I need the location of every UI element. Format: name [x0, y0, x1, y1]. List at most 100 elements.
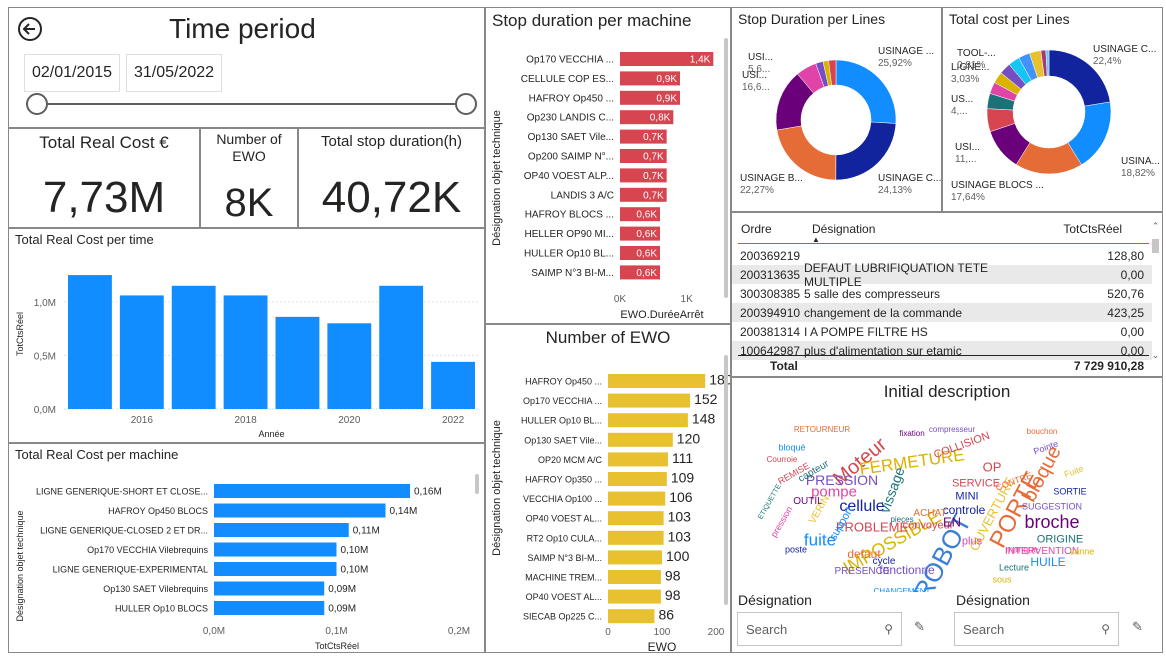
- end-date-input[interactable]: 31/05/2022: [126, 54, 222, 92]
- slicer-1-eraser-icon[interactable]: ✎: [914, 619, 925, 635]
- wordcloud-word[interactable]: pression: [769, 505, 795, 539]
- data-label: 0,7K: [643, 171, 664, 182]
- wordcloud-word[interactable]: Fuite: [1063, 463, 1085, 479]
- slice-label: TOOL-...: [957, 48, 996, 59]
- wordcloud-word[interactable]: manque: [1006, 545, 1039, 555]
- x-axis-label: TotCtsRéel: [315, 641, 359, 651]
- data-label: 98: [665, 587, 681, 603]
- wordcloud-word[interactable]: PRESENCE: [834, 567, 889, 577]
- scroll-down-icon[interactable]: ⌄: [1151, 350, 1160, 361]
- bar: [608, 393, 691, 408]
- wordcloud-word[interactable]: ORIGINE: [1037, 534, 1083, 546]
- scroll-up-icon[interactable]: ⌃: [1151, 221, 1160, 232]
- wordcloud-word[interactable]: OP: [983, 461, 1002, 474]
- table-row[interactable]: 200381314 I A POMPE FILTRE HS 0,00: [732, 322, 1152, 341]
- wordcloud-word[interactable]: cycle: [873, 557, 896, 567]
- x-tick-label: 0K: [614, 294, 627, 305]
- y-tick-label: 1,0M: [34, 298, 56, 309]
- slicer-2-eraser-icon[interactable]: ✎: [1132, 619, 1143, 635]
- slice-percent: 24,13%: [878, 185, 912, 196]
- category-label: LIGNE GENERIQUE-EXPERIMENTAL: [53, 565, 208, 575]
- wordcloud-word[interactable]: plus: [962, 536, 982, 548]
- kpi-label: Total Real Cost €: [39, 133, 169, 152]
- bar: [379, 285, 424, 409]
- wordcloud-word[interactable]: SORTIE: [1053, 487, 1086, 497]
- data-label: 0,7K: [643, 132, 664, 143]
- start-date-input[interactable]: 02/01/2015: [24, 54, 120, 92]
- kpi-value: 8K: [224, 181, 274, 225]
- slice-label: USINAGE ...: [878, 46, 934, 57]
- cell-ordre: 200313635: [740, 267, 801, 282]
- bar: [431, 361, 475, 409]
- wordcloud-word[interactable]: SUGGESTION: [1022, 502, 1082, 512]
- wordcloud-word[interactable]: broche: [1024, 513, 1079, 531]
- bar: [608, 432, 673, 447]
- data-label: 103: [668, 528, 692, 544]
- table-row[interactable]: 200313635 DEFAUT LUBRIFIQUATION TETE MULT…: [732, 261, 1152, 289]
- col-header-total[interactable]: TotCtsRéel: [1063, 222, 1122, 236]
- wordcloud-word[interactable]: SERVICE: [952, 478, 1000, 490]
- ewo-per-machine-svg: HAFROY Op450 ... 180Op170 VECCHIA ... 152H…: [491, 355, 730, 652]
- wordcloud-word[interactable]: EN: [943, 516, 961, 529]
- slice-percent: 22,4%: [1093, 56, 1121, 67]
- table-scrollbar[interactable]: ⌃ ⌄: [1151, 221, 1160, 361]
- wordcloud-word[interactable]: RETOURNEUR: [794, 426, 850, 434]
- data-label: 0,7K: [643, 190, 664, 201]
- category-label: OP40 VOEST ALP...: [524, 171, 614, 182]
- y-axis-label: TotCtsRéel: [15, 312, 25, 356]
- table-row[interactable]: 300308385 5 salle des compresseurs 520,76: [732, 284, 1152, 303]
- slice-percent: 3,03%: [951, 74, 979, 85]
- y-tick-label: 0,0M: [34, 405, 56, 416]
- wordcloud-word[interactable]: CHANGEMENT: [874, 588, 931, 593]
- kpi-value: 7,73M: [42, 173, 166, 222]
- wordcloud-word[interactable]: pieces: [890, 516, 913, 524]
- pie-slice: [776, 125, 837, 181]
- x-tick-label: 2018: [234, 415, 257, 426]
- x-tick-label: 0,0M: [203, 626, 225, 637]
- wordcloud-word[interactable]: vanne: [1070, 547, 1095, 557]
- data-label: 0,7K: [643, 152, 664, 163]
- scroll-thumb[interactable]: [1152, 239, 1159, 253]
- wordcloud-word[interactable]: Lecture: [999, 563, 1029, 573]
- cost-per-time-chart: Total Real Cost per time 0,0M 0,5M 1,0M 201…: [8, 228, 485, 443]
- wordcloud-word[interactable]: ACHAT: [913, 509, 946, 519]
- category-label: Op170 VECCHIA ...: [526, 55, 614, 66]
- wordcloud-word[interactable]: MINI: [955, 491, 978, 503]
- wordcloud-word[interactable]: HUILE: [1030, 556, 1065, 568]
- total-label: Total: [770, 359, 798, 373]
- x-tick-label: 2022: [442, 415, 465, 426]
- wordcloud-word[interactable]: compresseur: [929, 426, 975, 434]
- data-label: 0,09M: [328, 604, 356, 615]
- wordcloud-word[interactable]: fixation: [899, 430, 924, 438]
- wordcloud-word[interactable]: Courroie: [767, 456, 798, 464]
- chart-title: Initial description: [883, 382, 1011, 401]
- bar: [214, 484, 410, 498]
- slice-percent: 16,6...: [742, 82, 770, 93]
- date-slider-track[interactable]: [37, 103, 465, 105]
- bar: [608, 452, 668, 467]
- date-slider-end-handle[interactable]: [455, 93, 477, 115]
- category-label: SAIMP N°3 BI-M...: [531, 268, 614, 279]
- col-header-ordre[interactable]: Ordre: [741, 222, 772, 236]
- date-slider-start-handle[interactable]: [26, 93, 48, 115]
- slicer-2-search-input[interactable]: Search ⚲: [954, 612, 1119, 646]
- back-arrow-icon[interactable]: [17, 16, 43, 42]
- category-label: HAFROY BLOCS ...: [525, 210, 614, 221]
- wordcloud-word[interactable]: bouchon: [1027, 428, 1058, 436]
- slice-percent: 18,82%: [1121, 168, 1155, 179]
- pie-slice: [835, 121, 897, 181]
- bar: [214, 562, 337, 576]
- wordcloud-word[interactable]: bloqué: [778, 443, 805, 453]
- table-header-row: Ordre Désignation ▲ TotCtsRéel: [732, 219, 1152, 244]
- y-axis-label: Désignation objet technique: [491, 420, 503, 556]
- kpi-label: Total stop duration(h): [321, 133, 462, 150]
- category-label: LANDIS 3 A/C: [551, 190, 614, 201]
- x-axis-label: EWO.DuréeArrêt: [620, 309, 703, 321]
- col-header-designation[interactable]: Désignation: [812, 222, 875, 236]
- category-label: Op130 SAET Vile...: [528, 132, 614, 143]
- wordcloud-word[interactable]: poste: [785, 545, 807, 555]
- table-row[interactable]: 200394910 changement de la commande 423,25: [732, 303, 1152, 322]
- slicer-1-search-input[interactable]: Search ⚲: [737, 612, 902, 646]
- bar: [608, 550, 662, 565]
- wordcloud-word[interactable]: sous: [992, 575, 1011, 585]
